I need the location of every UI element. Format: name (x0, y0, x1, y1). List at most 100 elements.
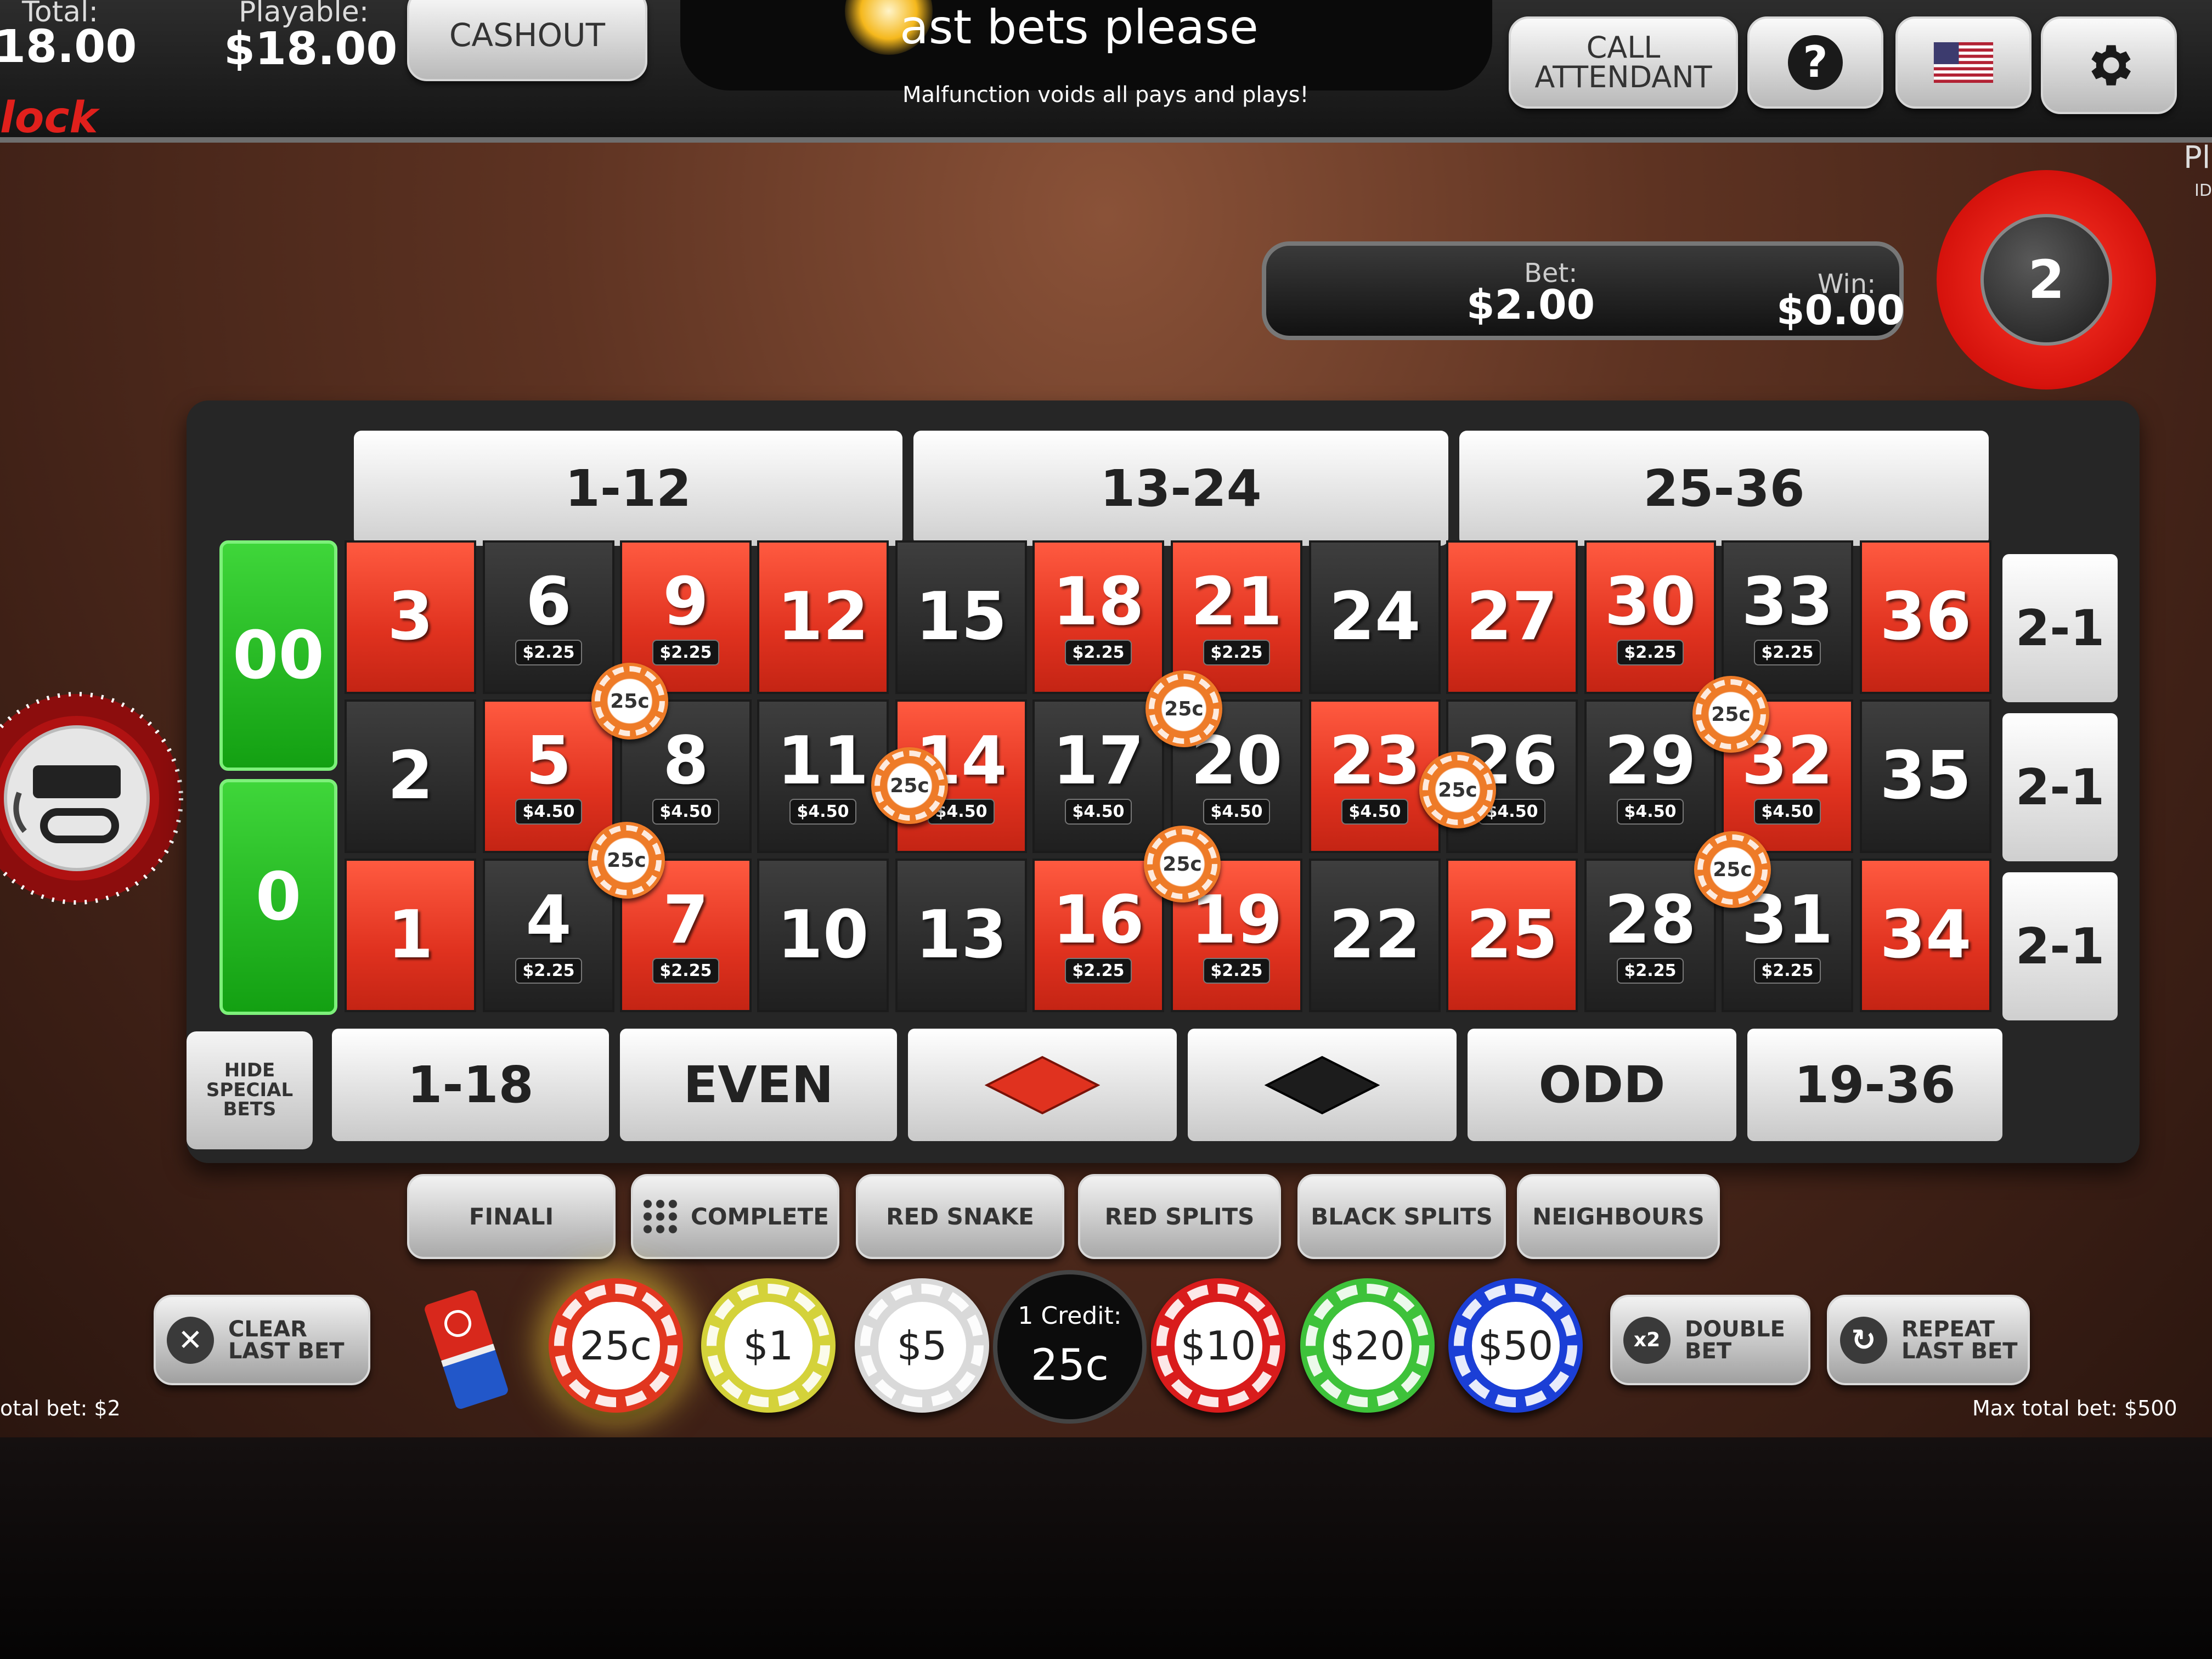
bet-number-6[interactable]: 6 $2.25 (483, 540, 614, 694)
status-message: ast bets please (900, 0, 1259, 55)
number-label: 12 (777, 579, 869, 655)
special-bet-finali[interactable]: FINALI (407, 1174, 616, 1259)
max-total-bet-text: Max total bet: $500 (1972, 1396, 2177, 1420)
bet-number-5[interactable]: 5 $4.50 (483, 699, 614, 853)
call-attendant-button[interactable]: CALL ATTENDANT (1509, 16, 1738, 109)
bet-black[interactable] (1188, 1029, 1457, 1141)
bet-number-27[interactable]: 27 (1446, 540, 1578, 694)
bet-column-top[interactable]: 2-1 (2002, 554, 2118, 702)
repeat-last-bet-button[interactable]: ↻ REPEAT LAST BET (1827, 1295, 2030, 1385)
chip-label: $5 (878, 1301, 966, 1390)
bet-number-13[interactable]: 13 (895, 859, 1027, 1012)
bet-13-24[interactable]: 13-24 (913, 431, 1448, 546)
placed-chip-label: 25c (1713, 858, 1752, 881)
payout-badge: $4.50 (1616, 798, 1684, 825)
special-bet-black-splits[interactable]: BLACK SPLITS (1297, 1174, 1506, 1259)
bet-number-25[interactable]: 25 (1446, 859, 1578, 1012)
chip-label: $20 (1323, 1301, 1412, 1390)
language-button[interactable] (1895, 16, 2032, 109)
clear-last-bet-button[interactable]: ✕ CLEAR LAST BET (154, 1295, 370, 1385)
call-attendant-line1: CALL (1586, 30, 1661, 65)
special-bet-label: RED SNAKE (886, 1203, 1034, 1230)
bet-number-16[interactable]: 16 $2.25 (1032, 859, 1164, 1012)
placed-chip[interactable]: 25c (1419, 752, 1496, 828)
bet-number-34[interactable]: 34 (1860, 859, 1991, 1012)
bet-number-17[interactable]: 17 $4.50 (1032, 699, 1164, 853)
bet-19-36[interactable]: 19-36 (1747, 1029, 2002, 1141)
chip-50[interactable]: $50 (1448, 1278, 1583, 1413)
placed-chip[interactable]: 25c (871, 747, 948, 824)
bet-number-35[interactable]: 35 (1860, 699, 1991, 853)
special-bet-label: BLACK SPLITS (1311, 1203, 1493, 1230)
bet-number-10[interactable]: 10 (757, 859, 889, 1012)
chip-5[interactable]: $5 (855, 1278, 989, 1413)
special-bet-red-splits[interactable]: RED SPLITS (1078, 1174, 1281, 1259)
number-label: 6 (526, 563, 572, 640)
eraser-icon[interactable] (417, 1284, 516, 1415)
bet-even[interactable]: EVEN (620, 1029, 897, 1141)
chip-1[interactable]: $1 (701, 1278, 836, 1413)
dozen-label: 13-24 (1100, 459, 1262, 518)
bet-red[interactable] (908, 1029, 1177, 1141)
chip-20[interactable]: $20 (1300, 1278, 1435, 1413)
call-attendant-line2: ATTENDANT (1534, 60, 1712, 94)
bet-number-22[interactable]: 22 (1309, 859, 1441, 1012)
help-button[interactable]: ? (1747, 16, 1883, 109)
cashout-button[interactable]: CASHOUT (407, 0, 647, 81)
credit-denomination[interactable]: 1 Credit: 25c (993, 1270, 1147, 1424)
bet-number-3[interactable]: 3 (345, 540, 476, 694)
placed-chip[interactable]: 25c (1146, 670, 1222, 747)
payout-badge: $2.25 (1753, 639, 1821, 665)
repeat-line2: LAST BET (1901, 1338, 2018, 1364)
chip-label: $10 (1174, 1301, 1262, 1390)
bet-number-33[interactable]: 33 $2.25 (1722, 540, 1853, 694)
repeat-line1: REPEAT (1901, 1316, 1995, 1342)
racetrack-wheel-icon[interactable] (0, 689, 187, 908)
special-bet-red-snake[interactable]: RED SNAKE (856, 1174, 1064, 1259)
bet-odd[interactable]: ODD (1468, 1029, 1736, 1141)
bet-number-24[interactable]: 24 (1309, 540, 1441, 694)
bet-25-36[interactable]: 25-36 (1459, 431, 1989, 546)
bet-00[interactable]: 00 (219, 540, 337, 771)
bet-number-1[interactable]: 1 (345, 859, 476, 1012)
placed-chip-label: 25c (1438, 778, 1477, 802)
placed-chip[interactable]: 25c (1144, 826, 1221, 902)
settings-button[interactable] (2041, 16, 2177, 114)
placed-chip[interactable]: 25c (1692, 676, 1769, 753)
number-label: 29 (1604, 723, 1696, 799)
bet-number-36[interactable]: 36 (1860, 540, 1991, 694)
bet-column-middle[interactable]: 2-1 (2002, 713, 2118, 861)
payout-badge: $2.25 (515, 957, 583, 984)
payout-badge: $2.25 (515, 639, 583, 665)
bet-0[interactable]: 0 (219, 779, 337, 1015)
hide-special-bets-button[interactable]: HIDE SPECIAL BETS (187, 1031, 313, 1149)
chip-25c[interactable]: 25c (549, 1278, 683, 1413)
bet-number-2[interactable]: 2 (345, 699, 476, 853)
bet-number-12[interactable]: 12 (757, 540, 889, 694)
credit-value: 25c (1030, 1341, 1109, 1390)
bet-1-18[interactable]: 1-18 (332, 1029, 609, 1141)
placed-chip[interactable]: 25c (591, 663, 668, 740)
bet-number-18[interactable]: 18 $2.25 (1032, 540, 1164, 694)
player-label: Pl (2183, 140, 2211, 176)
special-bet-complete[interactable]: COMPLETE (631, 1174, 839, 1259)
bet-1-12[interactable]: 1-12 (354, 431, 902, 546)
double-bet-button[interactable]: x2 DOUBLE BET (1610, 1295, 1810, 1385)
bet-column-bottom[interactable]: 2-1 (2002, 872, 2118, 1020)
bet-number-11[interactable]: 11 $4.50 (757, 699, 889, 853)
bet-number-30[interactable]: 30 $2.25 (1584, 540, 1716, 694)
grid-icon (641, 1197, 680, 1236)
bet-number-15[interactable]: 15 (895, 540, 1027, 694)
bet-number-23[interactable]: 23 $4.50 (1309, 699, 1441, 853)
payout-badge: $2.25 (1616, 639, 1684, 665)
special-bet-neighbours[interactable]: NEIGHBOURS (1517, 1174, 1720, 1259)
placed-chip[interactable]: 25c (588, 822, 665, 899)
placed-chip-label: 25c (607, 849, 646, 872)
payout-badge: $2.25 (1064, 957, 1132, 984)
chip-10[interactable]: $10 (1151, 1278, 1285, 1413)
total-bet-text: otal bet: $2 (0, 1396, 121, 1420)
payout-badge: $4.50 (652, 798, 720, 825)
dozen-label: 1-12 (565, 459, 692, 518)
placed-chip[interactable]: 25c (1694, 831, 1771, 908)
column-label: 2-1 (2015, 917, 2105, 975)
